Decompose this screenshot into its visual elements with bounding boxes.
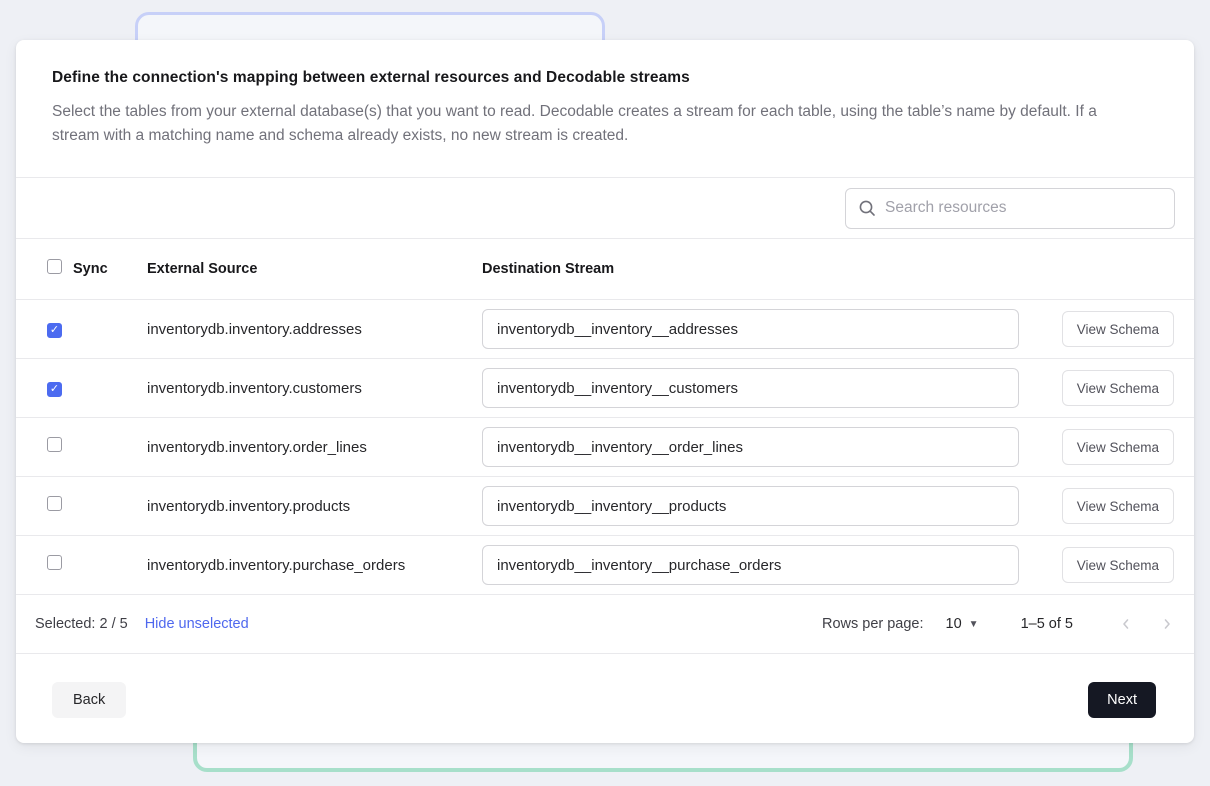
view-schema-button[interactable]: View Schema — [1062, 429, 1174, 465]
search-section — [16, 178, 1194, 238]
table-row: inventorydb.inventory.order_lines View S… — [16, 417, 1194, 476]
destination-stream-input[interactable] — [482, 545, 1019, 585]
view-schema-button[interactable]: View Schema — [1062, 370, 1174, 406]
destination-stream-input[interactable] — [482, 368, 1019, 408]
chevron-right-icon — [1160, 617, 1174, 631]
dialog-actions: Back Next — [16, 653, 1194, 745]
pagination-range-label: 1–5 of 5 — [1021, 616, 1073, 632]
selected-count-label: Selected: 2 / 5 — [35, 616, 128, 632]
row-sync-checkbox[interactable] — [47, 323, 62, 338]
column-header-external-source: External Source — [147, 261, 482, 277]
search-box[interactable] — [845, 188, 1175, 229]
external-source-label: inventorydb.inventory.addresses — [147, 321, 482, 338]
table-row: inventorydb.inventory.purchase_orders Vi… — [16, 535, 1194, 594]
select-all-checkbox[interactable] — [47, 259, 62, 274]
next-page-button[interactable] — [1158, 615, 1176, 633]
rows-per-page-select[interactable]: 10 ▼ — [946, 616, 979, 632]
row-sync-checkbox[interactable] — [47, 555, 62, 570]
view-schema-button[interactable]: View Schema — [1062, 547, 1174, 583]
chevron-left-icon — [1119, 617, 1133, 631]
dialog-description: Select the tables from your external dat… — [52, 100, 1132, 148]
column-header-sync: Sync — [73, 261, 147, 277]
caret-down-icon: ▼ — [969, 619, 979, 630]
table-row: inventorydb.inventory.products View Sche… — [16, 476, 1194, 535]
previous-page-button[interactable] — [1117, 615, 1135, 633]
table-header-row: Sync External Source Destination Stream — [16, 239, 1194, 299]
hide-unselected-link[interactable]: Hide unselected — [145, 616, 249, 632]
external-source-label: inventorydb.inventory.products — [147, 498, 482, 515]
search-icon — [858, 199, 876, 217]
search-input[interactable] — [885, 199, 1162, 217]
table-row: inventorydb.inventory.addresses View Sch… — [16, 299, 1194, 358]
dialog-header: Define the connection's mapping between … — [16, 40, 1194, 177]
external-source-label: inventorydb.inventory.order_lines — [147, 439, 482, 456]
table-footer: Selected: 2 / 5 Hide unselected Rows per… — [16, 594, 1194, 653]
dialog-title: Define the connection's mapping between … — [52, 69, 1138, 87]
row-sync-checkbox[interactable] — [47, 437, 62, 452]
view-schema-button[interactable]: View Schema — [1062, 311, 1174, 347]
destination-stream-input[interactable] — [482, 427, 1019, 467]
table-row: inventorydb.inventory.customers View Sch… — [16, 358, 1194, 417]
destination-stream-input[interactable] — [482, 309, 1019, 349]
column-header-destination-stream: Destination Stream — [482, 261, 1037, 277]
external-source-label: inventorydb.inventory.customers — [147, 380, 482, 397]
external-source-label: inventorydb.inventory.purchase_orders — [147, 557, 482, 574]
next-button[interactable]: Next — [1088, 682, 1156, 718]
rows-per-page-value: 10 — [946, 616, 962, 632]
back-button[interactable]: Back — [52, 682, 126, 718]
rows-per-page-label: Rows per page: — [822, 616, 924, 632]
row-sync-checkbox[interactable] — [47, 496, 62, 511]
resource-mapping-dialog: Define the connection's mapping between … — [16, 40, 1194, 743]
view-schema-button[interactable]: View Schema — [1062, 488, 1174, 524]
destination-stream-input[interactable] — [482, 486, 1019, 526]
row-sync-checkbox[interactable] — [47, 382, 62, 397]
